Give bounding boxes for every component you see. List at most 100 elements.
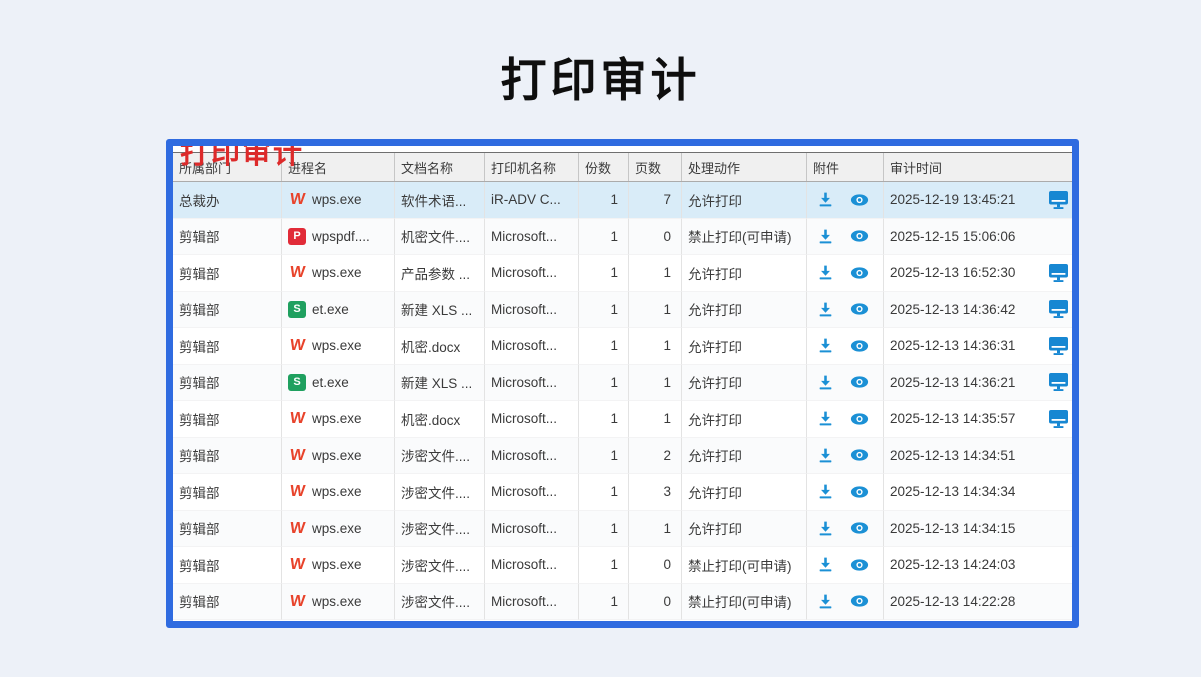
- download-icon[interactable]: [817, 483, 834, 500]
- cell-department: 剪辑部: [173, 365, 282, 402]
- cell-action: 允许打印: [682, 438, 807, 475]
- cell-document: 软件术语...: [395, 182, 485, 219]
- eye-icon[interactable]: [850, 193, 869, 207]
- table-row[interactable]: 剪辑部 W wps.exe 涉密文件.... Microsoft... 1 0 …: [173, 584, 1072, 621]
- column-header-attach[interactable]: 附件: [807, 153, 884, 181]
- cell-document: 新建 XLS ...: [395, 292, 485, 329]
- download-icon[interactable]: [817, 264, 834, 281]
- eye-icon[interactable]: [850, 448, 869, 462]
- table-row[interactable]: 剪辑部 W wps.exe 涉密文件.... Microsoft... 1 2 …: [173, 438, 1072, 475]
- audit-time-text: 2025-12-13 14:34:34: [890, 484, 1015, 499]
- audit-time-text: 2025-12-13 14:36:31: [890, 338, 1015, 353]
- cell-copies: 1: [579, 547, 629, 584]
- cell-pages: 0: [629, 219, 682, 256]
- cell-printer: Microsoft...: [485, 438, 579, 475]
- table-row[interactable]: 总裁办 W wps.exe 软件术语... iR-ADV C... 1 7 允许…: [173, 182, 1072, 219]
- audit-time-text: 2025-12-13 14:35:57: [890, 411, 1015, 426]
- wps-process-icon: W: [287, 191, 307, 208]
- download-icon[interactable]: [817, 337, 834, 354]
- eye-icon[interactable]: [850, 375, 869, 389]
- table-row[interactable]: 剪辑部 S et.exe 新建 XLS ... Microsoft... 1 1…: [173, 365, 1072, 402]
- download-icon[interactable]: [817, 374, 834, 391]
- cell-pages: 1: [629, 511, 682, 548]
- cell-audit-time: 2025-12-13 14:36:31: [884, 328, 1072, 365]
- cell-process: W wps.exe: [282, 328, 395, 365]
- cell-printer: Microsoft...: [485, 511, 579, 548]
- table-row[interactable]: 剪辑部 S et.exe 新建 XLS ... Microsoft... 1 1…: [173, 292, 1072, 329]
- column-header-action[interactable]: 处理动作: [682, 153, 807, 181]
- eye-icon[interactable]: [850, 266, 869, 280]
- wps-process-icon: W: [287, 447, 307, 464]
- cell-process: W wps.exe: [282, 401, 395, 438]
- table-row[interactable]: 剪辑部 P wpspdf.... 机密文件.... Microsoft... 1…: [173, 219, 1072, 256]
- eye-icon[interactable]: [850, 594, 869, 608]
- audit-time-text: 2025-12-19 13:45:21: [890, 192, 1015, 207]
- cell-attachment: [807, 328, 884, 365]
- download-icon[interactable]: [817, 520, 834, 537]
- eye-icon[interactable]: [850, 339, 869, 353]
- cell-pages: 0: [629, 584, 682, 621]
- audit-time-text: 2025-12-13 14:22:28: [890, 594, 1015, 609]
- column-header-time[interactable]: 审计时间: [884, 153, 1072, 181]
- column-header-printer[interactable]: 打印机名称: [485, 153, 579, 181]
- cell-printer: Microsoft...: [485, 547, 579, 584]
- cell-copies: 1: [579, 438, 629, 475]
- cell-copies: 1: [579, 255, 629, 292]
- table-row[interactable]: 剪辑部 W wps.exe 涉密文件.... Microsoft... 1 1 …: [173, 511, 1072, 548]
- cell-process: W wps.exe: [282, 182, 395, 219]
- cell-department: 剪辑部: [173, 328, 282, 365]
- download-icon[interactable]: [817, 410, 834, 427]
- cell-document: 涉密文件....: [395, 547, 485, 584]
- cell-document: 机密.docx: [395, 328, 485, 365]
- download-icon[interactable]: [817, 447, 834, 464]
- download-icon[interactable]: [817, 228, 834, 245]
- download-icon[interactable]: [817, 556, 834, 573]
- eye-icon[interactable]: [850, 412, 869, 426]
- cell-printer: Microsoft...: [485, 292, 579, 329]
- cell-department: 总裁办: [173, 182, 282, 219]
- table-body: 总裁办 W wps.exe 软件术语... iR-ADV C... 1 7 允许…: [173, 182, 1072, 620]
- cell-action: 禁止打印(可申请): [682, 219, 807, 256]
- cell-action: 允许打印: [682, 292, 807, 329]
- download-icon[interactable]: [817, 301, 834, 318]
- cell-printer: Microsoft...: [485, 328, 579, 365]
- download-icon[interactable]: [817, 191, 834, 208]
- cell-copies: 1: [579, 584, 629, 621]
- monitor-icon[interactable]: [1048, 336, 1069, 356]
- cell-department: 剪辑部: [173, 547, 282, 584]
- cell-audit-time: 2025-12-13 14:34:51: [884, 438, 1072, 475]
- eye-icon[interactable]: [850, 558, 869, 572]
- cell-printer: Microsoft...: [485, 584, 579, 621]
- column-header-pages[interactable]: 页数: [629, 153, 682, 181]
- cell-process: S et.exe: [282, 365, 395, 402]
- table-row[interactable]: 剪辑部 W wps.exe 产品参数 ... Microsoft... 1 1 …: [173, 255, 1072, 292]
- cell-attachment: [807, 219, 884, 256]
- cell-copies: 1: [579, 401, 629, 438]
- eye-icon[interactable]: [850, 302, 869, 316]
- cell-attachment: [807, 292, 884, 329]
- eye-icon[interactable]: [850, 229, 869, 243]
- cell-copies: 1: [579, 292, 629, 329]
- process-name: wps.exe: [312, 338, 362, 353]
- table-row[interactable]: 剪辑部 W wps.exe 机密.docx Microsoft... 1 1 允…: [173, 401, 1072, 438]
- table-row[interactable]: 剪辑部 W wps.exe 涉密文件.... Microsoft... 1 3 …: [173, 474, 1072, 511]
- monitor-icon[interactable]: [1048, 409, 1069, 429]
- eye-icon[interactable]: [850, 521, 869, 535]
- monitor-icon[interactable]: [1048, 190, 1069, 210]
- table-row[interactable]: 剪辑部 W wps.exe 机密.docx Microsoft... 1 1 允…: [173, 328, 1072, 365]
- eye-icon[interactable]: [850, 485, 869, 499]
- cell-department: 剪辑部: [173, 474, 282, 511]
- monitor-icon[interactable]: [1048, 372, 1069, 392]
- cell-pages: 0: [629, 547, 682, 584]
- table-row[interactable]: 剪辑部 W wps.exe 涉密文件.... Microsoft... 1 0 …: [173, 547, 1072, 584]
- column-header-copies[interactable]: 份数: [579, 153, 629, 181]
- column-header-doc[interactable]: 文档名称: [395, 153, 485, 181]
- download-icon[interactable]: [817, 593, 834, 610]
- cell-printer: Microsoft...: [485, 255, 579, 292]
- cell-audit-time: 2025-12-13 14:35:57: [884, 401, 1072, 438]
- monitor-icon[interactable]: [1048, 263, 1069, 283]
- monitor-icon[interactable]: [1048, 299, 1069, 319]
- cell-document: 机密.docx: [395, 401, 485, 438]
- cell-action: 允许打印: [682, 511, 807, 548]
- wps-process-icon: W: [287, 337, 307, 354]
